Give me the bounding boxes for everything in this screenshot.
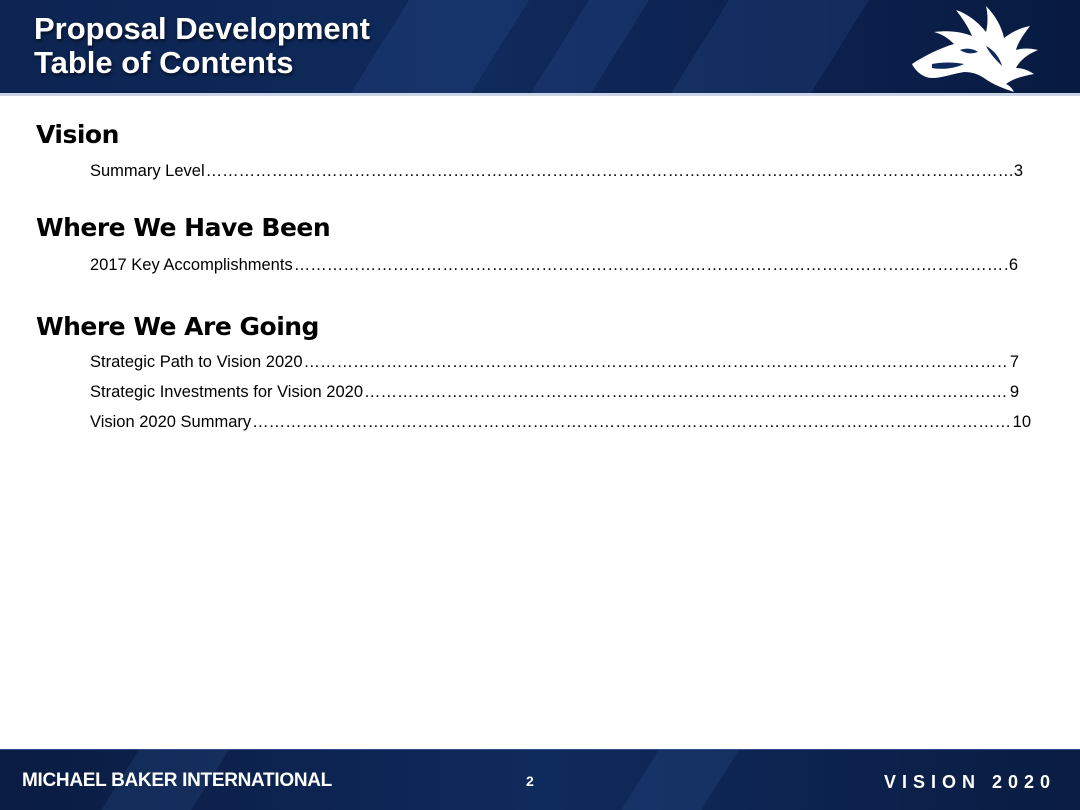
toc-entry-label: Summary Level (90, 162, 205, 180)
header-decor-streak (350, 0, 530, 93)
footer-decor-streak (621, 750, 739, 810)
toc-entry-label: Vision 2020 Summary (90, 413, 252, 431)
header-decor-streak (670, 0, 870, 93)
toc-entry-key-accomplishments[interactable]: 2017 Key Accomplishments ………………………………………… (90, 256, 1018, 275)
toc-dot-leader: …………………………………………………………………………………………………………… (205, 162, 1013, 180)
toc-entry-page: 9 (1009, 383, 1019, 401)
title-line-2: Table of Contents (34, 45, 294, 80)
toc-entry-page: 7 (1009, 353, 1019, 371)
toc-entry-page: 3 (1013, 162, 1023, 180)
toc-dot-leader: …………………………………………………………………………………………………………… (293, 256, 1008, 274)
section-heading-where-we-are-going: Where We Are Going (36, 312, 319, 341)
title-line-1: Proposal Development (34, 11, 370, 46)
toc-entry-strategic-path[interactable]: Strategic Path to Vision 2020 …………………………… (90, 353, 1019, 372)
toc-dot-leader: …………………………………………………………………………………………………………… (364, 383, 1009, 401)
toc-entry-label: 2017 Key Accomplishments (90, 256, 293, 274)
wolf-head-logo-icon (912, 6, 1038, 92)
toc-entry-page: 6 (1008, 256, 1018, 274)
page-title: Proposal Development Table of Contents (34, 12, 370, 80)
toc-entry-label: Strategic Investments for Vision 2020 (90, 383, 364, 401)
header-decor-streak (530, 0, 650, 93)
toc-entry-strategic-investments[interactable]: Strategic Investments for Vision 2020 ……… (90, 383, 1019, 402)
footer-banner: MICHAEL BAKER INTERNATIONAL 2 VISION 202… (0, 750, 1080, 810)
toc-entry-page: 10 (1012, 413, 1031, 431)
toc-entry-label: Strategic Path to Vision 2020 (90, 353, 303, 371)
toc-dot-leader: …………………………………………………………………………………………………………… (303, 353, 1009, 371)
toc-entry-summary-level[interactable]: Summary Level ……………………………………………………………………… (90, 162, 1023, 181)
company-name: MICHAEL BAKER INTERNATIONAL (22, 770, 332, 791)
section-heading-where-we-have-been: Where We Have Been (36, 213, 331, 242)
section-heading-vision: Vision (36, 120, 119, 149)
footer-tagline: VISION 2020 (883, 772, 1056, 792)
toc-entry-vision-summary[interactable]: Vision 2020 Summary ……………………………………………………… (90, 413, 1031, 432)
header-banner: Proposal Development Table of Contents (0, 0, 1080, 93)
toc-dot-leader: …………………………………………………………………………………………………………… (252, 413, 1012, 431)
header-divider (0, 93, 1080, 96)
page-number: 2 (526, 773, 534, 789)
